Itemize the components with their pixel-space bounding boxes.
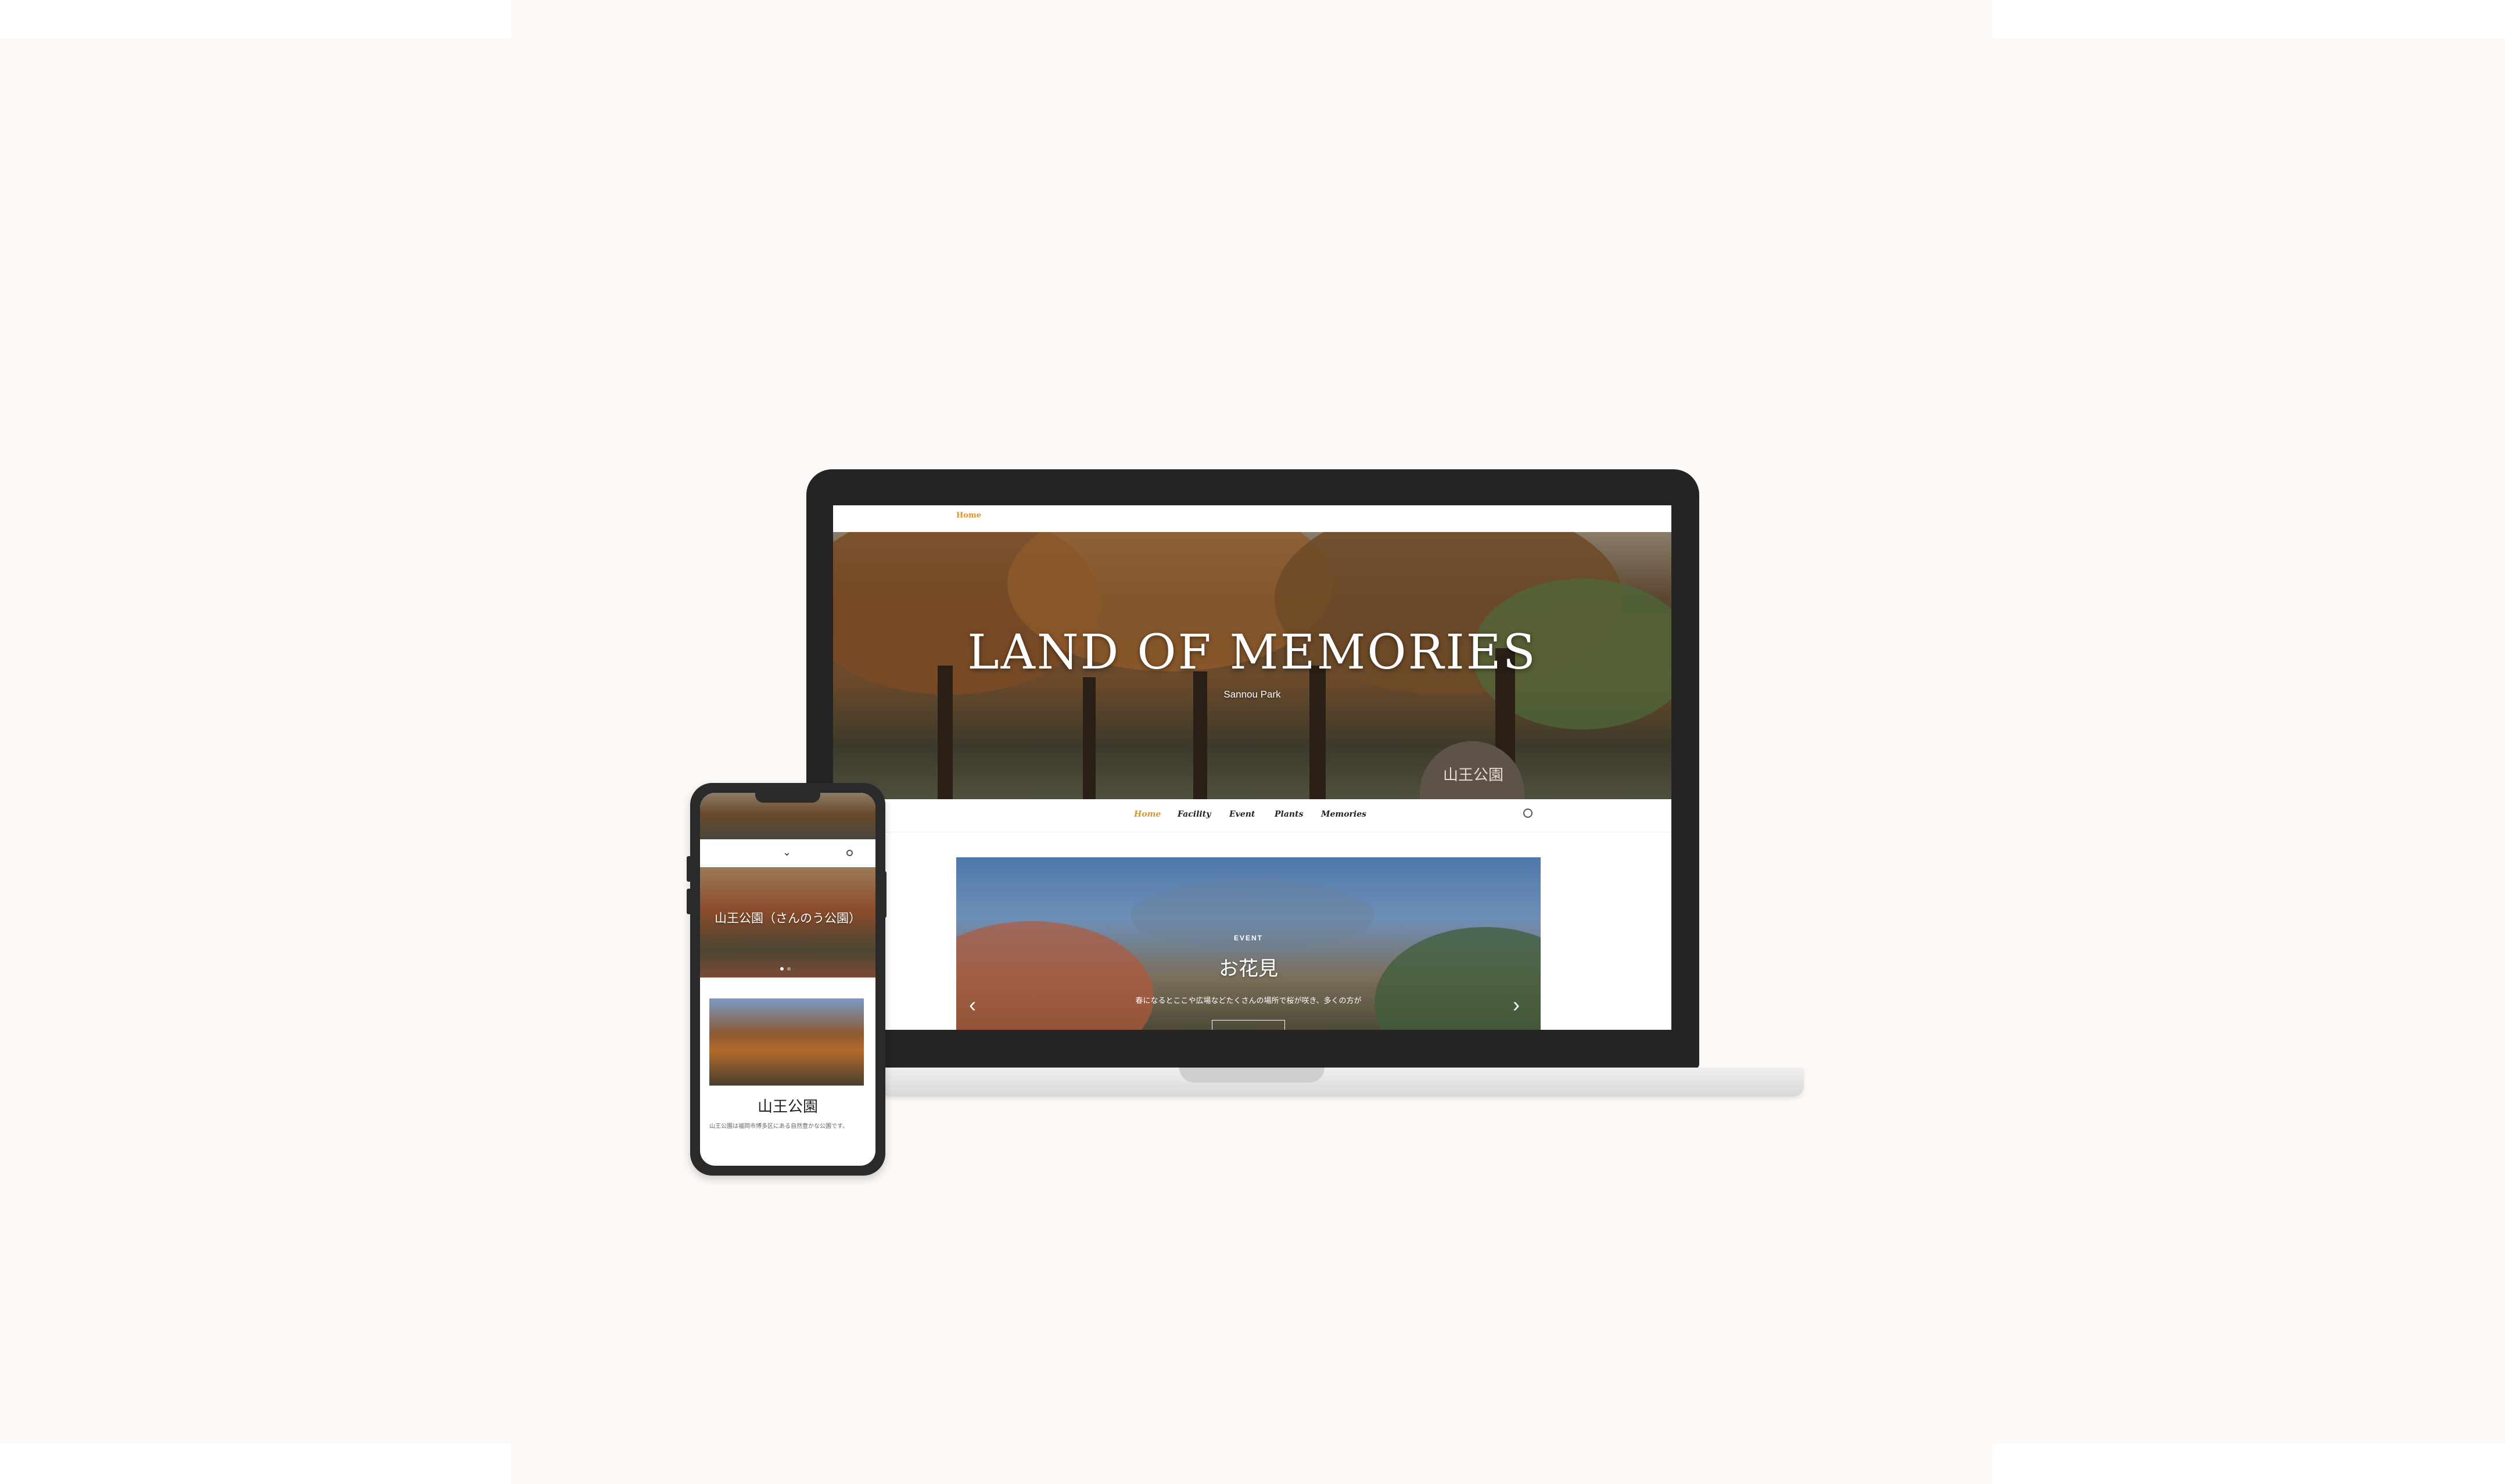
phone-card-text: 山王公園は福岡市博多区にある自然豊かな公園です。 [709, 1123, 848, 1130]
main-nav: Home Facility Event Plants Memories [833, 799, 1671, 832]
hero-trunk [1309, 666, 1326, 799]
moon-icon[interactable] [846, 850, 853, 856]
hero-trunk [938, 666, 953, 799]
slider-dot[interactable] [780, 967, 784, 971]
slider-description: 春になるとここや広場などたくさんの場所で桜が咲き、多くの方が [1135, 996, 1362, 1005]
phone-volume-button [687, 889, 691, 914]
slider-title: お花見 [1219, 958, 1278, 980]
laptop-screen: Home 山王公園 LAND OF MEMORIES Sannou Park H… [833, 505, 1671, 1030]
chevron-right-icon[interactable]: › [1513, 994, 1520, 1015]
phone-card-image [709, 998, 864, 1086]
phone-power-button [882, 871, 887, 918]
laptop-hinge-notch [1179, 1068, 1325, 1083]
chevron-left-icon[interactable]: ‹ [969, 994, 976, 1015]
topbar-home-link[interactable]: Home [956, 511, 981, 520]
hero-banner: 山王公園 LAND OF MEMORIES Sannou Park [833, 532, 1671, 799]
phone-notch [755, 791, 820, 803]
chevron-down-icon[interactable]: ⌄ [783, 846, 791, 858]
site-subtitle: Sannou Park [1223, 689, 1281, 700]
event-slider: EVENT お花見 春になるとここや広場などたくさんの場所で桜が咲き、多くの方が… [956, 857, 1541, 1030]
nav-item-memories[interactable]: Memories [1321, 810, 1366, 819]
nav-item-plants[interactable]: Plants [1275, 810, 1303, 819]
nav-item-facility[interactable]: Facility [1178, 810, 1211, 819]
slider-dot[interactable] [787, 967, 791, 971]
nav-item-event[interactable]: Event [1229, 810, 1255, 819]
park-sign-label: 山王公園 [1443, 766, 1504, 784]
laptop-base [880, 1068, 1804, 1097]
moon-icon[interactable] [1523, 809, 1533, 818]
phone-volume-button [687, 856, 691, 882]
nav-item-home[interactable]: Home [1134, 810, 1161, 819]
phone-screen: ⌄ 山王公園（さんのう公園） 山王公園 山王公園は福岡市博多区にある自然豊かな公… [700, 793, 875, 1166]
phone-slide-title: 山王公園（さんのう公園） [715, 912, 861, 925]
phone-slide: 山王公園（さんのう公園） [700, 867, 875, 978]
phone-menu-bar: ⌄ [700, 843, 875, 865]
phone-card-title: 山王公園 [757, 1098, 818, 1115]
slider-more-button[interactable] [1212, 1020, 1285, 1030]
site-topbar: Home [833, 505, 1671, 532]
slider-tag: EVENT [1233, 934, 1263, 942]
site-title: LAND OF MEMORIES [967, 625, 1537, 680]
